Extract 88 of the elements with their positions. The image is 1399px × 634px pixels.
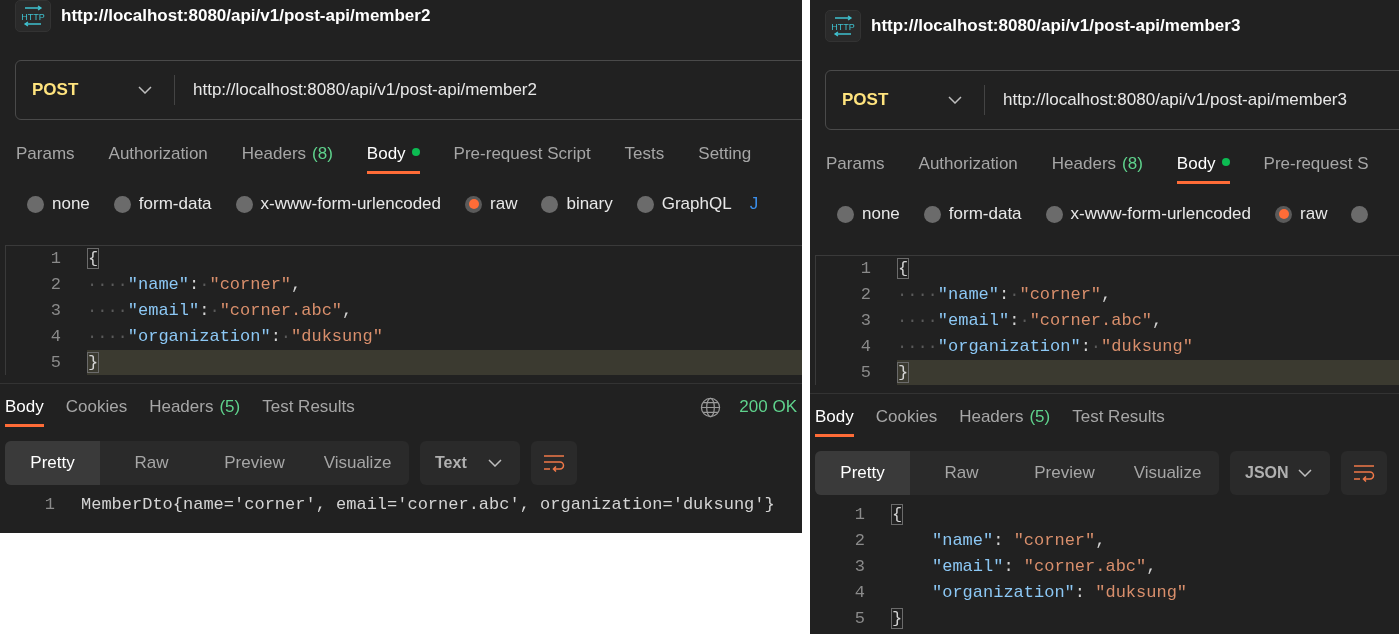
tab[interactable]: Headers (8) xyxy=(1051,144,1143,184)
tab[interactable]: Pre-request Script xyxy=(453,134,591,174)
code-editor[interactable]: 1 { 2 ····"name":·"corner", 3 ····"email":·"corner.abc", 4 ····"organization":·"duksung" 5 } xyxy=(5,245,802,375)
tab[interactable]: Authorization xyxy=(108,134,208,174)
view-mode-tab[interactable]: Pretty xyxy=(815,451,910,495)
tab[interactable]: Tests xyxy=(624,134,665,174)
line-number: 4 xyxy=(853,582,865,605)
code-line: ····"email":·"corner.abc", xyxy=(87,300,353,323)
status-code: 200 OK xyxy=(739,396,797,419)
radio-option[interactable]: none xyxy=(27,191,90,217)
request-title: http://localhost:8080/api/v1/post-api/member3 xyxy=(871,15,1241,38)
tab[interactable]: Params xyxy=(16,134,75,174)
radio-option[interactable]: x-www-form-urlencoded xyxy=(1045,201,1251,227)
code-line: ····"organization":·"duksung" xyxy=(87,326,383,349)
line-number: 1 xyxy=(859,258,871,281)
line-number: 1 xyxy=(853,504,865,527)
view-mode-tab[interactable]: Preview xyxy=(203,441,306,485)
code-line: ····"organization":·"duksung" xyxy=(897,336,1193,359)
line-number: 3 xyxy=(859,310,871,333)
tab[interactable]: Cookies xyxy=(875,397,938,437)
wrap-lines-button[interactable] xyxy=(531,441,577,485)
tab[interactable]: Cookies xyxy=(65,387,128,427)
code-editor[interactable]: 1 { 2 ····"name":·"corner", 3 ····"email":·"corner.abc", 4 ····"organization":·"duksung" 5 } xyxy=(815,255,1399,385)
chevron-down-icon xyxy=(488,459,502,467)
code-line: "email": "corner.abc", xyxy=(931,556,1157,579)
tab[interactable]: Test Results xyxy=(262,387,355,427)
wrap-lines-icon xyxy=(1353,464,1375,482)
radio-option[interactable]: raw xyxy=(465,191,518,217)
line-number: 5 xyxy=(859,362,871,385)
radio-option[interactable]: binary xyxy=(541,191,613,217)
tab[interactable]: Authorization xyxy=(918,144,1018,184)
radio-option[interactable] xyxy=(1351,205,1369,223)
wrap-lines-button[interactable] xyxy=(1341,451,1387,495)
radio-option[interactable]: form-data xyxy=(923,201,1022,227)
radio-option[interactable]: GraphQL xyxy=(636,191,732,217)
radio-option[interactable]: form-data xyxy=(113,191,212,217)
chevron-down-icon xyxy=(138,86,152,94)
radio-option[interactable]: x-www-form-urlencoded xyxy=(235,191,441,217)
http-icon: HTTP xyxy=(15,0,51,32)
tab[interactable]: Headers (8) xyxy=(241,134,333,174)
line-number: 2 xyxy=(853,530,865,553)
method-dropdown[interactable]: POST xyxy=(16,61,174,119)
tab[interactable]: Body xyxy=(5,387,44,427)
url-bar[interactable]: POST http://localhost:8080/api/v1/post-api/member3 xyxy=(825,70,1399,130)
link[interactable]: J xyxy=(749,191,759,217)
line-number: 3 xyxy=(49,300,61,323)
chevron-down-icon xyxy=(1298,469,1312,477)
radio-option[interactable]: none xyxy=(837,201,900,227)
tab[interactable]: Body xyxy=(1176,144,1230,184)
line-number: 5 xyxy=(49,352,61,375)
line-number: 2 xyxy=(49,274,61,297)
line-number: 5 xyxy=(853,608,865,631)
tab[interactable]: Params xyxy=(826,144,885,184)
tab[interactable]: Pre-request S xyxy=(1263,144,1369,184)
view-mode-tab[interactable]: Visualize xyxy=(1116,451,1219,495)
code-line: ····"name":·"corner", xyxy=(897,284,1112,307)
view-mode-tab[interactable]: Preview xyxy=(1013,451,1116,495)
wrap-lines-icon xyxy=(543,454,565,472)
tab[interactable]: Headers (5) xyxy=(149,387,241,427)
view-mode-tab[interactable]: Raw xyxy=(910,451,1013,495)
code-line: "organization": "duksung" xyxy=(931,582,1188,605)
tab[interactable]: Body xyxy=(366,134,420,174)
code-line: "name": "corner", xyxy=(931,530,1106,553)
url-bar[interactable]: POST http://localhost:8080/api/v1/post-api/member2 xyxy=(15,60,802,120)
format-dropdown[interactable]: JSON xyxy=(1230,451,1330,495)
request-title: http://localhost:8080/api/v1/post-api/member2 xyxy=(61,5,431,28)
tab[interactable]: Setting xyxy=(698,134,752,174)
tab[interactable]: Body xyxy=(815,397,854,437)
view-mode-tab[interactable]: Pretty xyxy=(5,441,100,485)
line-number: 4 xyxy=(49,326,61,349)
chevron-down-icon xyxy=(948,96,962,104)
line-number: 1 xyxy=(49,248,61,271)
line-number: 1 xyxy=(43,494,55,517)
code-line: ····"email":·"corner.abc", xyxy=(897,310,1163,333)
http-icon: HTTP xyxy=(825,10,861,42)
code-line: MemberDto{name='corner', email='corner.abc', organization='duksung'} xyxy=(81,494,775,517)
method-dropdown[interactable]: POST xyxy=(826,71,984,129)
radio-option[interactable]: raw xyxy=(1275,201,1328,227)
tab[interactable]: Test Results xyxy=(1072,397,1165,437)
line-number: 3 xyxy=(853,556,865,579)
tab[interactable]: Headers (5) xyxy=(959,397,1051,437)
line-number: 2 xyxy=(859,284,871,307)
view-mode-tab[interactable]: Visualize xyxy=(306,441,409,485)
view-mode-tab[interactable]: Raw xyxy=(100,441,203,485)
line-number: 4 xyxy=(859,336,871,359)
code-line: ····"name":·"corner", xyxy=(87,274,302,297)
format-dropdown[interactable]: Text xyxy=(420,441,520,485)
globe-icon xyxy=(700,396,722,418)
